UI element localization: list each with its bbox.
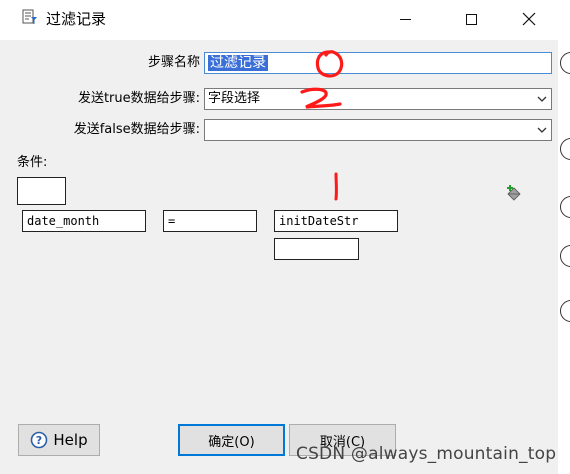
annotation-mark-1 (330, 172, 342, 202)
right-field-value: initDateStr (279, 214, 359, 228)
background-window-strip (558, 0, 570, 474)
false-step-label: 发送false数据给步骤: (73, 122, 200, 137)
true-step-select[interactable]: 字段选择 (204, 88, 552, 110)
left-field-value: date_month (27, 214, 100, 228)
step-name-input[interactable]: 过滤记录 (204, 52, 552, 74)
condition-negate-box[interactable] (17, 177, 66, 205)
strip-circle-icon (560, 52, 570, 74)
condition-label: 条件: (17, 155, 48, 170)
filter-rows-icon (22, 9, 38, 25)
false-step-select[interactable] (204, 119, 552, 141)
ok-button[interactable]: 确定(O) (178, 424, 285, 456)
strip-circle-icon (560, 196, 570, 218)
annotation-mark-0 (313, 48, 345, 82)
strip-circle-icon (560, 138, 570, 160)
strip-circle-icon (560, 300, 570, 322)
chevron-down-icon[interactable] (533, 89, 551, 109)
close-icon (522, 12, 536, 26)
condition-operator[interactable]: = (163, 210, 257, 232)
help-button[interactable]: ? Help (18, 424, 100, 456)
minimize-icon (399, 18, 411, 20)
help-icon: ? (30, 431, 48, 449)
condition-left-field[interactable]: date_month (22, 210, 146, 232)
step-name-value: 过滤记录 (208, 55, 268, 71)
step-name-label: 步骤名称 (147, 55, 200, 70)
close-button[interactable] (506, 0, 552, 38)
strip-circle-icon (560, 245, 570, 267)
annotation-mark-2 (298, 86, 344, 112)
window-title: 过滤记录 (46, 10, 107, 28)
operator-value: = (168, 214, 176, 228)
svg-text:?: ? (36, 434, 42, 447)
help-label: Help (53, 431, 88, 449)
title-bar: 过滤记录 (0, 0, 558, 40)
true-step-value: 字段选择 (208, 91, 261, 106)
ok-label: 确定(O) (208, 434, 255, 450)
chevron-down-icon[interactable] (533, 120, 551, 140)
condition-value-box[interactable] (274, 238, 359, 260)
true-step-label: 发送true数据给步骤: (77, 91, 200, 106)
condition-right-field[interactable]: initDateStr (274, 210, 398, 232)
add-condition-icon[interactable] (504, 184, 524, 204)
maximize-button[interactable] (448, 0, 494, 38)
watermark: CSDN @always_mountain_top (296, 444, 557, 464)
minimize-button[interactable] (382, 0, 428, 38)
maximize-icon (465, 13, 477, 25)
